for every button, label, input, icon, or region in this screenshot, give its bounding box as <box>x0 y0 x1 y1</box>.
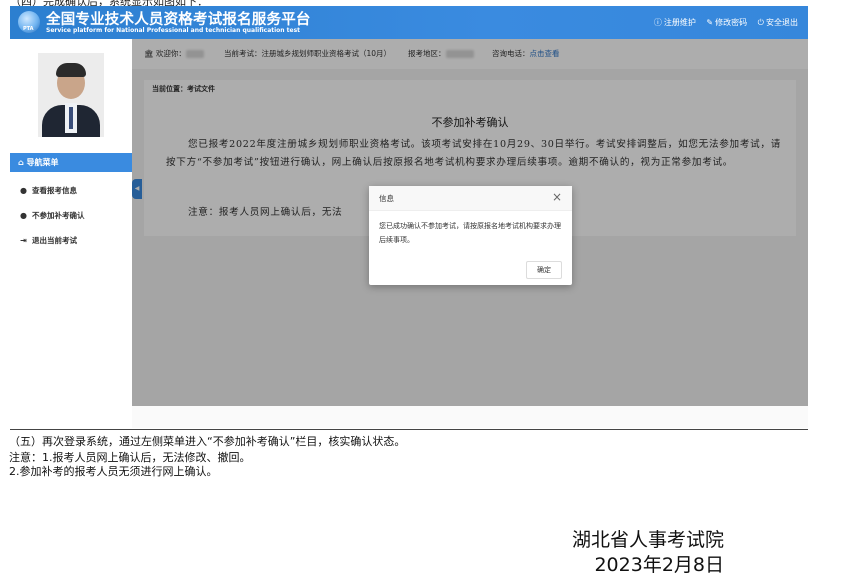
nav-menu-header: ⌂ 导航菜单 <box>10 153 132 172</box>
note-line-2: 2.参加补考的报考人员无须进行网上确认。 <box>9 465 218 478</box>
app-header: PTA 全国专业技术人员资格考试报名服务平台 Service platform … <box>10 6 808 39</box>
sidebar-item-no-makeup[interactable]: ● 不参加补考确认 <box>10 207 132 225</box>
platform-subtitle: Service platform for National Profession… <box>46 27 301 34</box>
embedded-screenshot: PTA 全国专业技术人员资格考试报名服务平台 Service platform … <box>10 6 808 428</box>
header-links: ⓘ 注册维护 ✎ 修改密码 ⏻ 安全退出 <box>646 17 798 28</box>
info-icon: ● <box>20 186 27 195</box>
edit-icon: ✎ <box>706 18 714 27</box>
app-footer <box>132 406 808 428</box>
register-maintain-link[interactable]: ⓘ 注册维护 <box>654 18 696 27</box>
info-icon: ● <box>20 211 27 220</box>
info-dialog: 信息 × 您已成功确认不参加考试，请按原报名地考试机构要求办理后续事项。 确定 <box>369 186 572 285</box>
home-icon: ⌂ <box>18 158 27 167</box>
dialog-title: 信息 <box>379 194 394 203</box>
platform-title: 全国专业技术人员资格考试报名服务平台 <box>46 12 311 28</box>
platform-logo: PTA <box>18 11 40 33</box>
sidebar: ⌂ 导航菜单 ● 查看报考信息 ● 不参加补考确认 ⇥ 退出当前考试 <box>10 39 132 428</box>
sidebar-item-view-info[interactable]: ● 查看报考信息 <box>10 182 132 200</box>
change-password-link[interactable]: ✎ 修改密码 <box>706 18 747 27</box>
dialog-message: 您已成功确认不参加考试，请按原报名地考试机构要求办理后续事项。 <box>379 222 561 244</box>
step-five-text: （五）再次登录系统，通过左侧菜单进入“不参加补考确认”栏目，核实确认状态。 <box>9 435 406 448</box>
avatar <box>38 53 104 137</box>
sidebar-item-exit-exam[interactable]: ⇥ 退出当前考试 <box>10 232 132 250</box>
logout-link[interactable]: ⏻ 安全退出 <box>758 18 798 27</box>
logout-icon: ⇥ <box>20 236 27 245</box>
signature-org: 湖北省人事考试院 <box>571 529 724 551</box>
info-icon: ⓘ <box>653 18 662 27</box>
power-icon: ⏻ <box>757 18 764 27</box>
close-icon[interactable]: × <box>552 190 562 204</box>
divider <box>10 429 808 430</box>
signature-date: 2023年2月8日 <box>594 554 724 576</box>
ok-button[interactable]: 确定 <box>526 261 562 279</box>
